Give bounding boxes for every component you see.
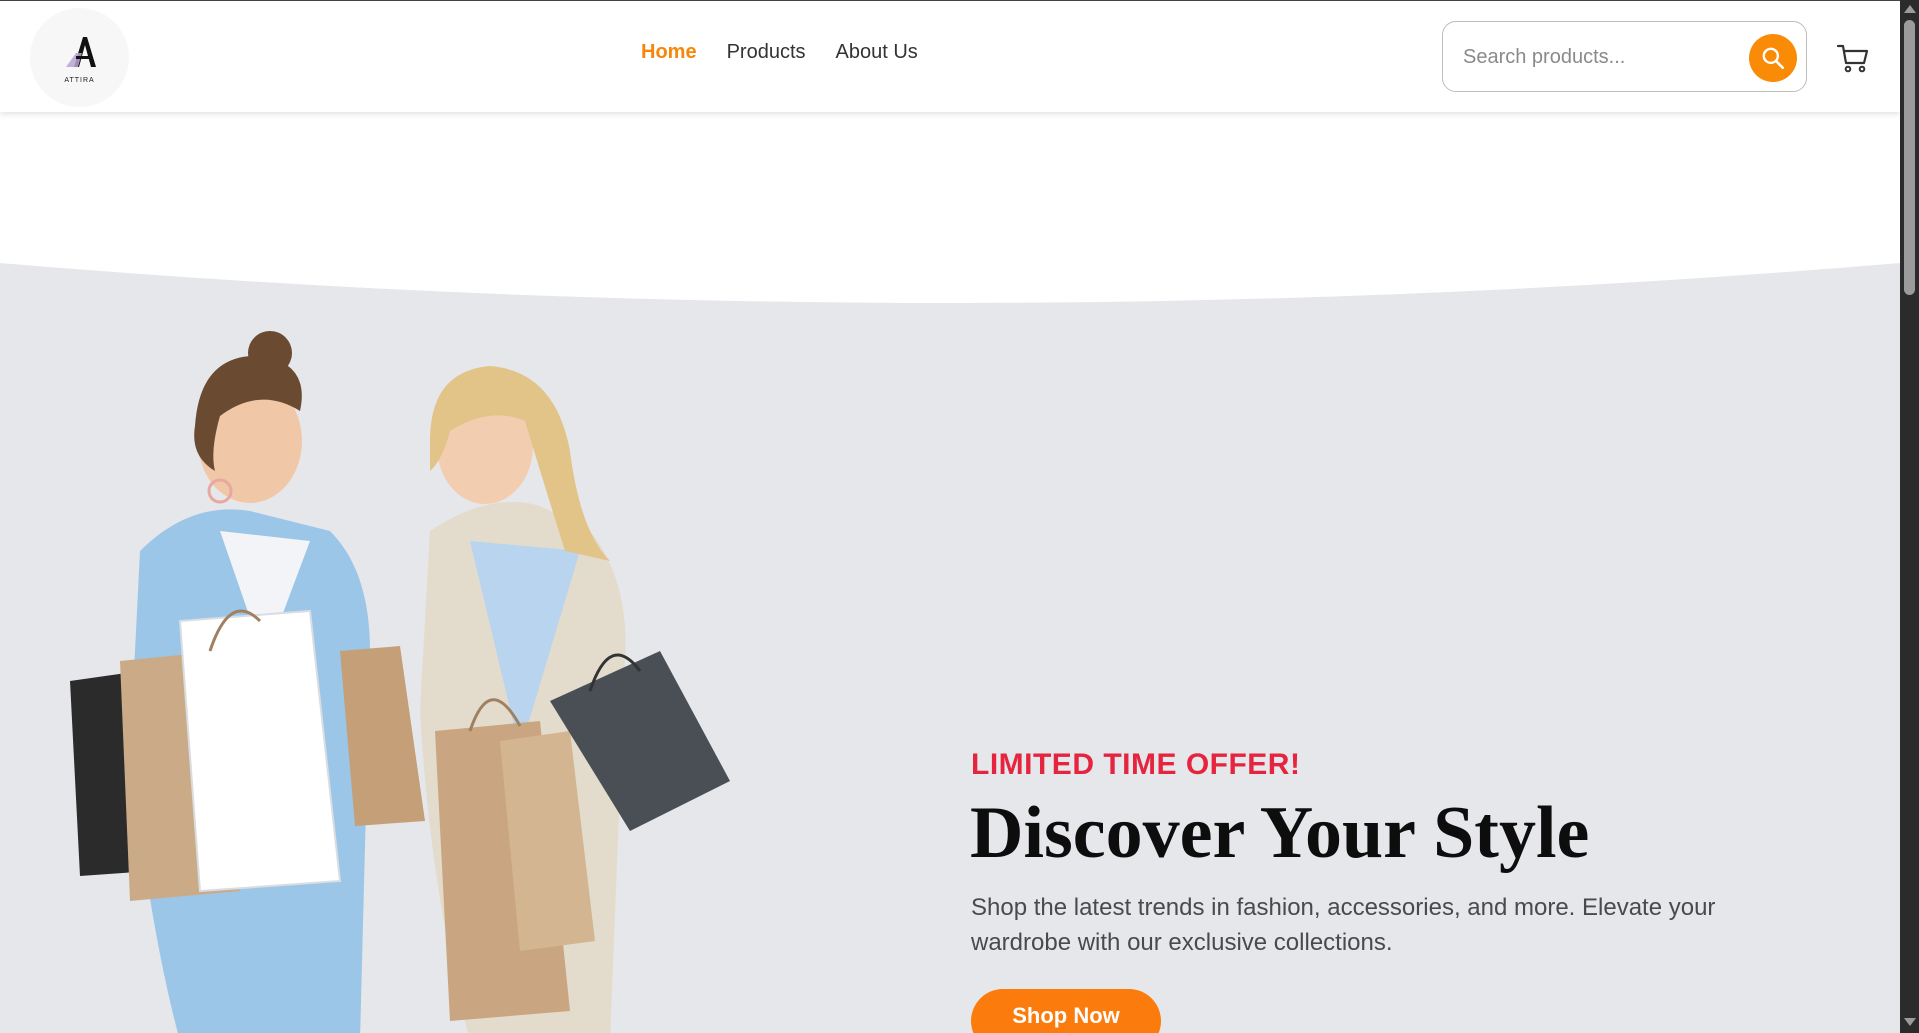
site-header: ATTIRA Home Products About Us [0, 1, 1900, 112]
shop-now-button[interactable]: Shop Now [971, 989, 1161, 1033]
search-box [1442, 21, 1807, 92]
scroll-thumb[interactable] [1904, 20, 1915, 295]
search-icon [1762, 47, 1785, 70]
shopping-women-illustration [70, 331, 730, 1033]
nav-home-link[interactable]: Home [641, 41, 697, 64]
scroll-down-arrow-icon[interactable] [1904, 1018, 1916, 1026]
logo-mark-icon [65, 37, 96, 67]
search-button[interactable] [1749, 34, 1797, 82]
hero-description: Shop the latest trends in fashion, acces… [971, 894, 1716, 956]
cart-icon[interactable] [1836, 41, 1870, 75]
search-input[interactable] [1463, 40, 1733, 74]
hero-title: Discover Your Style [970, 792, 1590, 874]
nav-products-link[interactable]: Products [727, 41, 806, 64]
scroll-up-arrow-icon[interactable] [1904, 5, 1916, 13]
page-scrollbar[interactable] [1900, 0, 1919, 1033]
offer-tagline: LIMITED TIME OFFER! [971, 748, 1301, 781]
brand-logo[interactable]: ATTIRA [30, 8, 129, 107]
page-viewport: ATTIRA Home Products About Us Search pro… [0, 0, 1900, 1033]
logo-wordmark: ATTIRA [64, 77, 95, 84]
main-nav: Home Products About Us [641, 41, 918, 64]
nav-about-link[interactable]: About Us [836, 41, 918, 64]
